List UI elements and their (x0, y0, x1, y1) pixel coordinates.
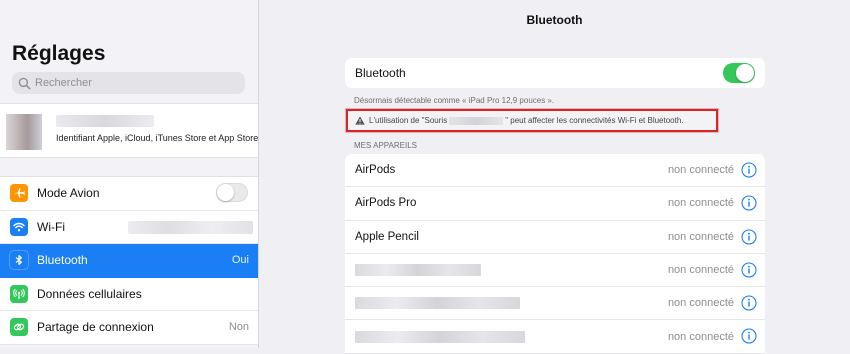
account-subtitle: Identifiant Apple, iCloud, iTunes Store … (56, 133, 259, 143)
page-title: Bluetooth (526, 13, 583, 27)
sidebar-item-cellular[interactable]: Données cellulaires (0, 278, 258, 311)
search-placeholder: Rechercher (35, 77, 92, 89)
account-name-redacted (56, 115, 154, 127)
warning-text-suffix: " peut affecter les connectivités Wi-Fi … (505, 116, 684, 125)
device-row[interactable]: AirPods non connecté (345, 154, 765, 188)
sidebar-item-label: Partage de connexion (37, 320, 154, 335)
device-name-redacted (355, 297, 520, 310)
device-row[interactable]: non connecté (345, 287, 765, 321)
cellular-icon (10, 284, 28, 303)
device-name: AirPods Pro (355, 197, 417, 210)
device-name: AirPods (355, 164, 396, 177)
settings-menu: Mode Avion Wi-Fi Bluetooth Oui Données c… (0, 176, 258, 345)
settings-title: Réglages (12, 42, 106, 65)
search-icon (18, 77, 31, 89)
device-row[interactable]: AirPods Pro non connecté (345, 187, 765, 221)
bluetooth-status-value: Oui (231, 254, 249, 267)
my-devices-list: AirPods non connecté AirPods Pro non con… (345, 154, 765, 354)
device-name: Apple Pencil (355, 230, 419, 243)
device-status: non connecté (667, 197, 734, 210)
section-header: MES APPAREILS (354, 141, 417, 150)
device-status: non connecté (667, 330, 734, 343)
bluetooth-detail-pane: Bluetooth Bluetooth Désormais détectable… (259, 0, 850, 354)
sidebar-item-label: Mode Avion (37, 186, 100, 201)
info-icon[interactable] (741, 295, 757, 311)
warning-icon (355, 116, 365, 125)
discoverable-note: Désormais détectable comme « iPad Pro 12… (354, 96, 555, 105)
search-input[interactable]: Rechercher (12, 72, 245, 94)
sidebar-item-label: Bluetooth (37, 253, 88, 268)
bluetooth-row: Bluetooth (345, 58, 765, 88)
info-icon[interactable] (741, 162, 757, 178)
device-row[interactable]: non connecté (345, 254, 765, 288)
info-icon[interactable] (741, 195, 757, 211)
device-name-redacted (355, 264, 481, 277)
hotspot-icon (10, 318, 28, 337)
device-row[interactable]: Apple Pencil non connecté (345, 221, 765, 254)
sidebar-item-bluetooth[interactable]: Bluetooth Oui (0, 244, 258, 278)
device-row[interactable]: non connecté (345, 320, 765, 354)
hotspot-status-value: Non (228, 321, 249, 334)
device-name-redacted (449, 116, 504, 125)
sidebar-item-airplane-mode[interactable]: Mode Avion (0, 177, 258, 211)
info-icon[interactable] (741, 262, 757, 278)
device-status: non connecté (667, 164, 734, 177)
warning-text-prefix: L'utilisation de "Souris (369, 116, 448, 125)
wifi-icon (10, 217, 28, 236)
sidebar-item-wifi[interactable]: Wi-Fi (0, 211, 258, 244)
avatar (6, 114, 42, 150)
apple-id-account[interactable]: Identifiant Apple, iCloud, iTunes Store … (0, 103, 258, 158)
bluetooth-icon (10, 251, 28, 270)
info-icon[interactable] (741, 328, 757, 345)
interference-warning: L'utilisation de "Souris " peut affecter … (346, 109, 718, 132)
device-name-redacted (355, 330, 525, 343)
airplane-icon (10, 184, 28, 203)
bluetooth-toggle[interactable] (723, 63, 755, 83)
sidebar-item-hotspot[interactable]: Partage de connexion Non (0, 311, 258, 345)
bluetooth-row-label: Bluetooth (355, 66, 406, 80)
device-status: non connecté (667, 230, 734, 243)
info-icon[interactable] (741, 229, 757, 245)
device-status: non connecté (667, 264, 734, 277)
sidebar-item-label: Wi-Fi (37, 219, 65, 234)
device-status: non connecté (667, 297, 734, 310)
settings-sidebar: Réglages Rechercher Identifiant Apple, i… (0, 0, 259, 348)
sidebar-item-label: Données cellulaires (37, 286, 142, 301)
airplane-mode-toggle[interactable] (216, 183, 248, 202)
wifi-network-redacted (128, 220, 253, 234)
